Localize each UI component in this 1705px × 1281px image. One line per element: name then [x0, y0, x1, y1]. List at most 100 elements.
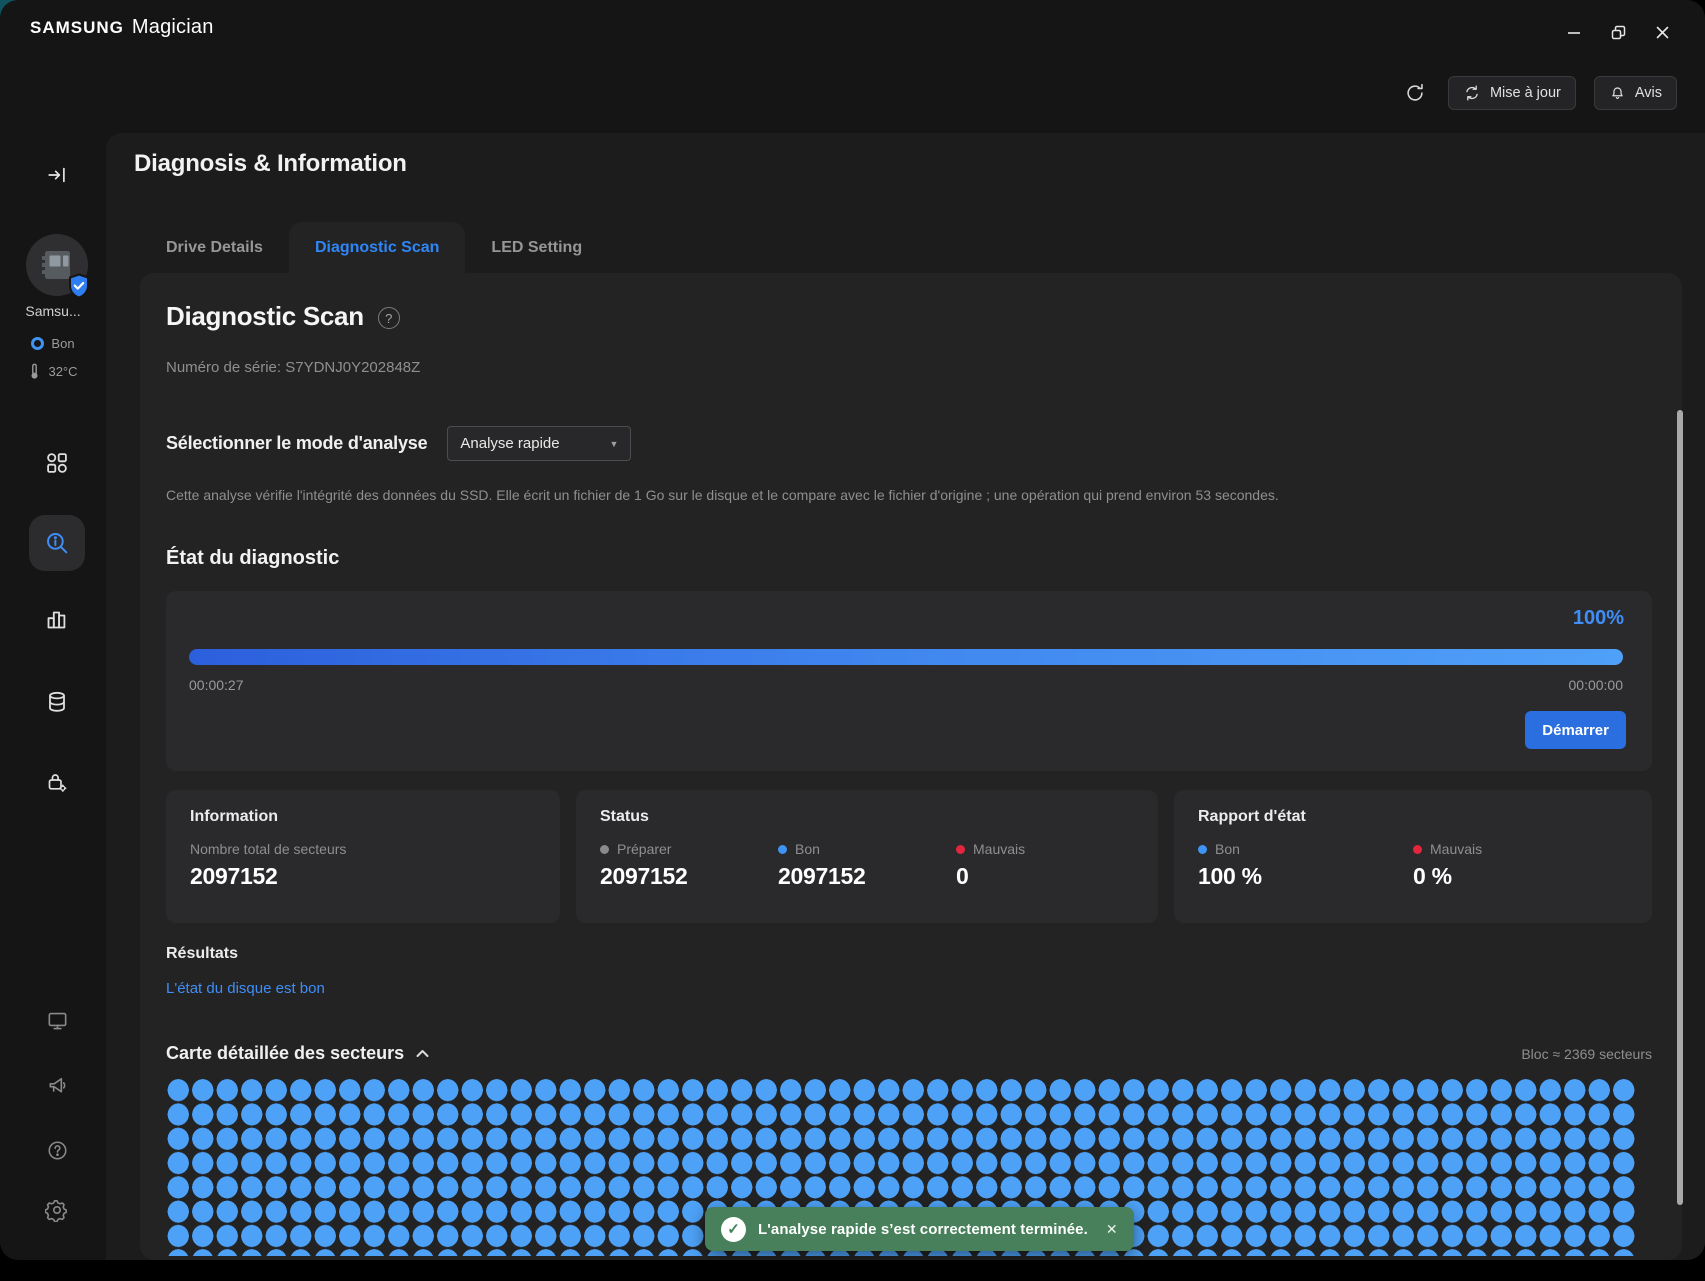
scan-description: Cette analyse vérifie l'intégrité des do…	[166, 487, 1279, 503]
monitor-icon	[46, 1009, 69, 1032]
drive-temp-label: 32°C	[48, 364, 77, 379]
prepare-label: Préparer	[617, 841, 671, 857]
chevron-up-icon	[415, 1048, 430, 1059]
brand-magician: Magician	[132, 16, 214, 39]
report-bad-value: 0 %	[1413, 863, 1628, 890]
bad-dot-icon	[956, 845, 965, 854]
diagnostic-status-heading: État du diagnostic	[166, 547, 339, 570]
information-card-title: Information	[190, 808, 536, 826]
progress-bar	[189, 649, 1623, 665]
minimize-button[interactable]	[1559, 18, 1589, 46]
database-icon	[45, 690, 69, 714]
drive-name: Samsu...	[0, 303, 106, 319]
tab-drive-details[interactable]: Drive Details	[140, 222, 289, 273]
elapsed-time: 00:00:27	[189, 677, 244, 693]
thermometer-icon	[28, 363, 41, 380]
sidebar-item-diagnosis[interactable]	[29, 515, 85, 571]
gear-icon	[45, 1198, 69, 1222]
notice-button[interactable]: Avis	[1594, 76, 1677, 110]
sidebar-item-data-management[interactable]	[29, 674, 85, 730]
diagnosis-search-icon	[44, 530, 70, 556]
header-actions: Mise à jour Avis	[1400, 76, 1677, 110]
good-value: 2097152	[778, 863, 956, 890]
sidebar-item-security[interactable]	[29, 754, 85, 810]
close-button[interactable]	[1647, 18, 1677, 46]
report-good-value: 100 %	[1198, 863, 1413, 890]
report-good-dot-icon	[1198, 845, 1207, 854]
drive-health-row: Bon	[0, 336, 106, 351]
block-info: Bloc ≈ 2369 secteurs	[1521, 1046, 1652, 1062]
bad-label: Mauvais	[973, 841, 1025, 857]
tab-diagnostic-scan[interactable]: Diagnostic Scan	[289, 222, 465, 273]
remaining-time: 00:00:00	[1569, 677, 1624, 693]
help-icon	[46, 1139, 69, 1162]
scan-mode-value: Analyse rapide	[460, 435, 559, 452]
expand-sidebar-icon[interactable]	[37, 155, 77, 195]
refresh-icon[interactable]	[1400, 76, 1430, 110]
megaphone-icon	[46, 1074, 69, 1097]
total-sectors-label: Nombre total de secteurs	[190, 841, 368, 857]
main-content: Diagnosis & Information Drive Details Di…	[106, 133, 1705, 1260]
progress-card: 100% 00:00:27 00:00:00 Démarrer	[166, 591, 1652, 771]
sidebar-item-settings[interactable]	[37, 1190, 77, 1230]
status-card: Status Préparer 2097152 Bon 2097152 Mauv…	[576, 790, 1158, 923]
sidebar-item-announcements[interactable]	[37, 1065, 77, 1105]
bell-icon	[1609, 85, 1626, 102]
drive-health-label: Bon	[51, 336, 74, 351]
scan-mode-label: Sélectionner le mode d'analyse	[166, 433, 427, 454]
total-sectors-value: 2097152	[190, 863, 368, 890]
page-title: Diagnosis & Information	[134, 150, 407, 178]
lock-gear-icon	[45, 770, 69, 794]
notice-label: Avis	[1635, 85, 1662, 101]
app-logo: SAMSUNG Magician	[30, 16, 214, 39]
samsung-magician-window: SAMSUNG Magician	[0, 0, 1705, 1260]
serial-number: Numéro de série: S7YDNJ0Y202848Z	[166, 359, 420, 376]
progress-percent: 100%	[1573, 607, 1624, 630]
dashboard-icon	[45, 451, 69, 475]
chevron-down-icon: ▼	[609, 439, 618, 449]
sync-icon	[1463, 84, 1481, 102]
results-text[interactable]: L'état du disque est bon	[166, 980, 325, 997]
report-bad-label: Mauvais	[1430, 841, 1482, 857]
report-card: Rapport d'état Bon 100 % Mauvais 0 %	[1174, 790, 1652, 923]
scan-mode-select[interactable]: Analyse rapide ▼	[447, 426, 631, 461]
prepare-dot-icon	[600, 845, 609, 854]
bad-value: 0	[956, 863, 1134, 890]
sidebar-item-system[interactable]	[37, 1000, 77, 1040]
sidebar-item-performance[interactable]	[29, 592, 85, 648]
toast-close-icon[interactable]: ✕	[1106, 1221, 1118, 1238]
brand-samsung: SAMSUNG	[30, 18, 124, 38]
sidebar-item-dashboard[interactable]	[29, 435, 85, 491]
scan-title: Diagnostic Scan	[166, 301, 364, 332]
progress-bar-fill	[189, 649, 1623, 665]
start-button[interactable]: Démarrer	[1525, 711, 1626, 749]
report-good-label: Bon	[1215, 841, 1240, 857]
restore-button[interactable]	[1603, 18, 1633, 46]
report-card-title: Rapport d'état	[1198, 808, 1628, 826]
scrollbar-thumb[interactable]	[1677, 410, 1683, 1205]
sidebar-item-help[interactable]	[37, 1130, 77, 1170]
sector-map-title[interactable]: Carte détaillée des secteurs	[166, 1043, 430, 1064]
sidebar: Samsu... Bon 32°C	[0, 133, 106, 1260]
bar-chart-icon	[45, 608, 69, 632]
stat-cards: Information Nombre total de secteurs 209…	[166, 790, 1652, 923]
information-card: Information Nombre total de secteurs 209…	[166, 790, 560, 923]
sector-map-label: Carte détaillée des secteurs	[166, 1043, 404, 1064]
scan-mode-row: Sélectionner le mode d'analyse Analyse r…	[166, 426, 631, 461]
update-button[interactable]: Mise à jour	[1448, 76, 1576, 110]
scan-header: Diagnostic Scan ?	[166, 301, 400, 332]
toast-message: L'analyse rapide s’est correctement term…	[758, 1221, 1088, 1238]
status-card-title: Status	[600, 808, 1134, 826]
update-label: Mise à jour	[1490, 85, 1561, 101]
check-circle-icon: ✓	[721, 1217, 746, 1242]
drive-avatar[interactable]	[26, 234, 88, 296]
health-ring-icon	[31, 337, 44, 350]
success-toast: ✓ L'analyse rapide s’est correctement te…	[705, 1207, 1134, 1251]
window-controls	[1559, 18, 1677, 46]
diagnostic-scan-panel: Diagnostic Scan ? Numéro de série: S7YDN…	[140, 273, 1682, 1260]
tab-led-setting[interactable]: LED Setting	[465, 222, 608, 273]
drive-temp-row: 32°C	[0, 363, 106, 380]
help-circle-icon[interactable]: ?	[378, 307, 400, 329]
tab-bar: Drive Details Diagnostic Scan LED Settin…	[140, 222, 608, 273]
report-bad-dot-icon	[1413, 845, 1422, 854]
